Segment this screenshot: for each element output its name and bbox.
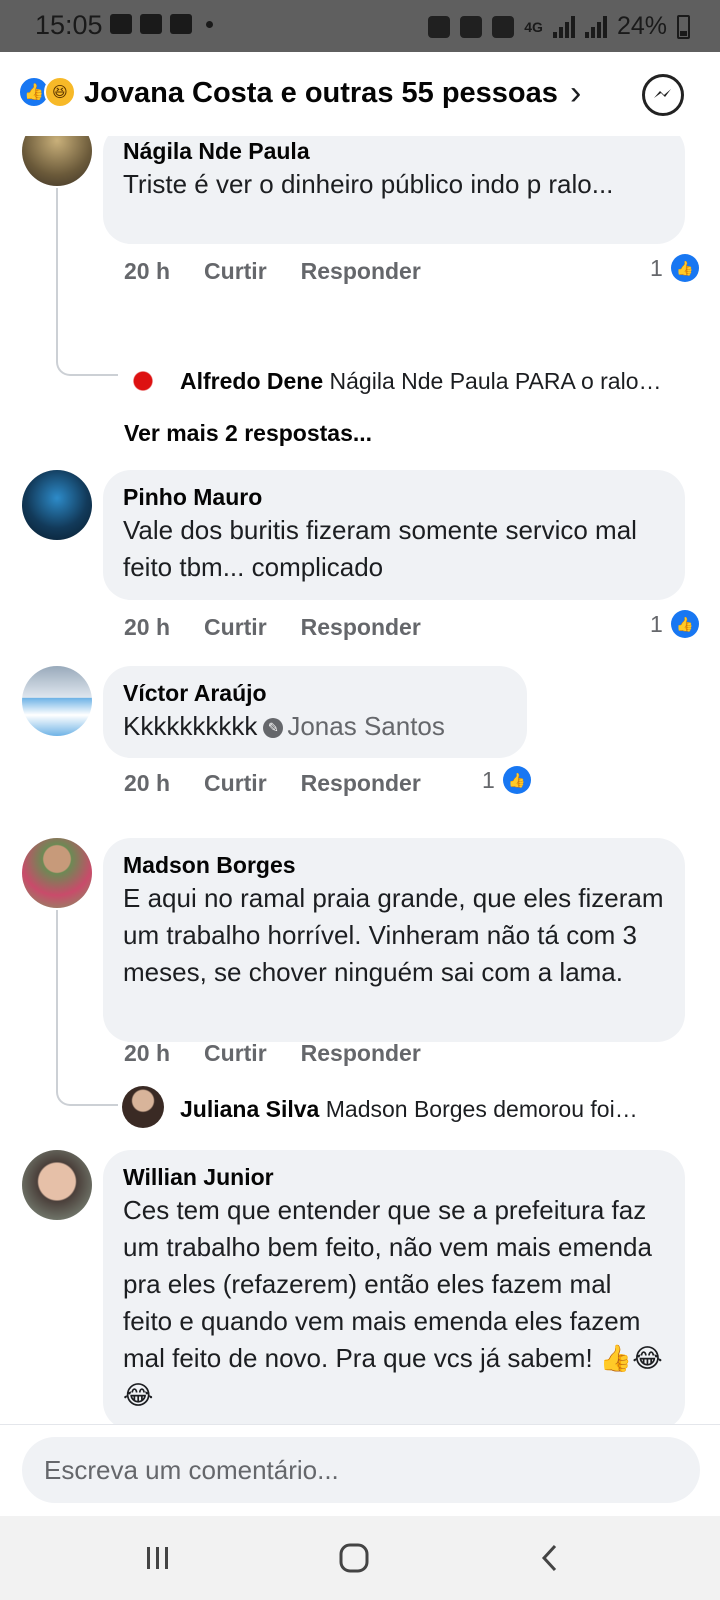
comment-time: 20 h (124, 1040, 171, 1066)
reply-author: Juliana Silva (180, 1096, 320, 1122)
reply-button[interactable]: Responder (301, 1040, 421, 1067)
comment-author[interactable]: Víctor Araújo (123, 678, 507, 708)
messenger-button[interactable] (642, 74, 684, 116)
comment-text: Ces tem que entender que se a prefeitura… (123, 1195, 663, 1410)
comment-author[interactable]: Nágila Nde Paula (123, 136, 665, 166)
comment-author[interactable]: Pinho Mauro (123, 482, 665, 512)
battery-percent: 24% (616, 12, 667, 40)
composer-bar (0, 1424, 720, 1516)
avatar[interactable] (122, 360, 164, 402)
mute-icon (492, 15, 515, 38)
reply-button[interactable]: Responder (301, 770, 421, 797)
thread-line (56, 1046, 118, 1106)
avatar[interactable] (22, 666, 92, 736)
comment-text: E aqui no ramal praia grande, que eles f… (123, 883, 664, 987)
tag-icon: ✎ (263, 718, 284, 739)
comment-bubble[interactable]: Madson Borges E aqui no ramal praia gran… (103, 838, 685, 1042)
reply-text: Madson Borges demorou foi… (325, 1096, 638, 1122)
signal-icon-2 (584, 15, 607, 38)
more-notifications-icon (206, 20, 213, 28)
avatar[interactable] (22, 470, 92, 540)
comment-bubble[interactable]: Nágila Nde Paula Triste é ver o dinheiro… (103, 136, 685, 244)
status-bar: 15:05 4G 24% (0, 0, 720, 52)
comment-bubble[interactable]: Víctor Araújo Kkkkkkkkkk ✎ Jonas Santos (103, 666, 527, 758)
avatar[interactable] (22, 136, 92, 186)
comment-like-count[interactable]: 1 👍 (650, 254, 699, 282)
comment-author[interactable]: Willian Junior (123, 1162, 665, 1192)
reply-preview[interactable]: Alfredo Dene Nágila Nde Paula PARA o ral… (180, 368, 662, 395)
gallery-icon (110, 14, 132, 34)
signal-icon (552, 15, 575, 38)
comment-actions: 20 h Curtir Responder (124, 1040, 421, 1067)
reactions-header[interactable]: 👍 😆 Jovana Costa e outras 55 pessoas › (0, 52, 720, 136)
reaction-icons: 👍 😆 (18, 76, 78, 110)
comment-bubble[interactable]: Pinho Mauro Vale dos buritis fizeram som… (103, 470, 685, 600)
mention-link[interactable]: Jonas Santos (287, 711, 445, 741)
status-time: 15:05 (35, 10, 103, 40)
system-icons: 4G 24% (428, 12, 690, 41)
comment-time: 20 h (124, 258, 171, 284)
comment-text: Vale dos buritis fizeram somente servico… (123, 515, 637, 582)
home-icon[interactable] (334, 1540, 374, 1576)
back-icon[interactable] (530, 1540, 570, 1576)
reply-preview[interactable]: Juliana Silva Madson Borges demorou foi… (180, 1096, 638, 1123)
like-button[interactable]: Curtir (204, 770, 267, 797)
recent-apps-icon[interactable] (138, 1540, 178, 1576)
reactions-summary[interactable]: Jovana Costa e outras 55 pessoas (84, 77, 558, 110)
like-count: 1 (650, 254, 663, 281)
comment-bubble[interactable]: Willian Junior Ces tem que entender que … (103, 1150, 685, 1430)
comment-actions: 20 h Curtir Responder (124, 258, 421, 285)
comment-time: 20 h (124, 614, 171, 640)
messenger-icon (654, 89, 671, 98)
voicemail-icon (170, 14, 192, 34)
thread-line (56, 910, 58, 1060)
like-button[interactable]: Curtir (204, 1040, 267, 1067)
comment-time: 20 h (124, 770, 171, 796)
thread-line (56, 296, 118, 376)
avatar[interactable] (122, 1086, 164, 1128)
avatar[interactable] (22, 1150, 92, 1220)
comment-input[interactable] (22, 1437, 700, 1503)
battery-icon (677, 14, 690, 39)
reply-button[interactable]: Responder (301, 258, 421, 285)
avatar[interactable] (22, 838, 92, 908)
chevron-right-icon[interactable]: › (570, 74, 581, 113)
like-count: 1 (482, 766, 495, 793)
key-icon (428, 15, 451, 38)
comment-like-count[interactable]: 1 👍 (650, 610, 699, 638)
reply-button[interactable]: Responder (301, 614, 421, 641)
alarm-icon (460, 15, 483, 38)
like-button[interactable]: Curtir (204, 258, 267, 285)
notification-icons (110, 14, 213, 34)
view-more-replies[interactable]: Ver mais 2 respostas... (124, 420, 372, 447)
gmail-icon (140, 14, 162, 34)
system-nav-bar (0, 1516, 720, 1600)
like-icon: 👍 (670, 610, 699, 638)
comment-text-row: Kkkkkkkkkk ✎ Jonas Santos (123, 708, 507, 745)
reply-author: Alfredo Dene (180, 368, 324, 394)
comment-like-count[interactable]: 1 👍 (482, 766, 531, 794)
comment-text: Triste é ver o dinheiro público indo p r… (123, 169, 614, 199)
like-icon: 👍 (502, 766, 531, 794)
comment-actions: 20 h Curtir Responder (124, 770, 421, 797)
like-icon: 👍 (670, 254, 699, 282)
like-count: 1 (650, 610, 663, 637)
like-button[interactable]: Curtir (204, 614, 267, 641)
comment-list[interactable]: Nágila Nde Paula Triste é ver o dinheiro… (0, 136, 720, 1476)
thread-line (56, 188, 58, 304)
comments-sheet: 👍 😆 Jovana Costa e outras 55 pessoas › N… (0, 52, 720, 1516)
network-label: 4G (524, 18, 543, 35)
reply-text: Nágila Nde Paula PARA o ralo… (329, 368, 662, 394)
haha-icon: 😆 (44, 76, 76, 108)
comment-text: Kkkkkkkkkk (123, 711, 258, 741)
comment-actions: 20 h Curtir Responder (124, 614, 421, 641)
comment-author[interactable]: Madson Borges (123, 850, 665, 880)
